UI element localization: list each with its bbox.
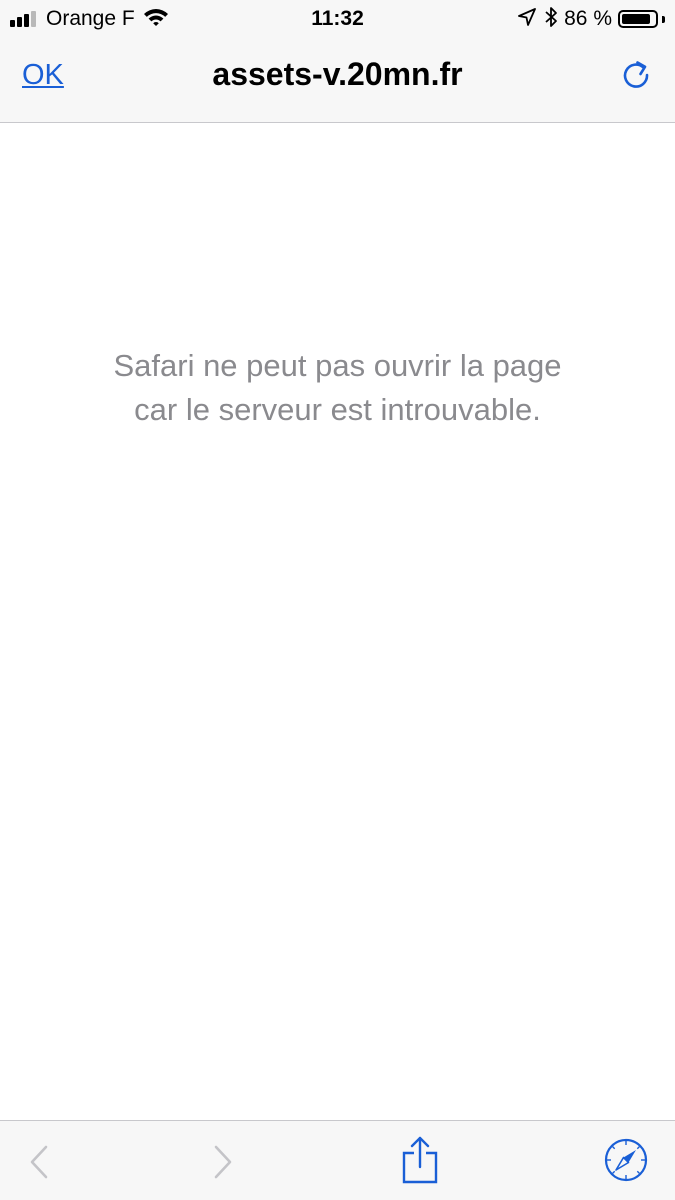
status-right: 86 % <box>518 5 665 33</box>
battery-icon <box>618 10 658 28</box>
chevron-left-icon <box>30 1145 48 1179</box>
web-content: Safari ne peut pas ouvrir la page car le… <box>0 123 675 1120</box>
battery-tip <box>662 15 665 23</box>
page-title: assets-v.20mn.fr <box>212 56 463 92</box>
open-in-safari-button[interactable] <box>601 1135 651 1185</box>
reload-button[interactable] <box>617 56 655 94</box>
location-arrow-icon <box>518 7 537 31</box>
error-message-line: car le serveur est introuvable. <box>134 392 541 427</box>
back-button[interactable] <box>14 1135 64 1185</box>
chevron-right-icon <box>214 1145 232 1179</box>
share-icon <box>402 1136 438 1184</box>
reload-icon <box>623 61 649 88</box>
battery-fill <box>622 14 650 24</box>
bottom-toolbar <box>0 1120 675 1200</box>
bluetooth-icon <box>544 6 558 33</box>
error-message-line: Safari ne peut pas ouvrir la page <box>113 348 562 383</box>
battery-percentage: 86 % <box>564 7 612 30</box>
status-bar: Orange F 11:32 86 % <box>0 0 675 38</box>
compass-icon <box>604 1138 648 1182</box>
navigation-bar: OK assets-v.20mn.fr <box>0 38 675 123</box>
share-button[interactable] <box>395 1135 445 1185</box>
forward-button[interactable] <box>198 1135 248 1185</box>
error-message: Safari ne peut pas ouvrir la page car le… <box>60 344 615 432</box>
safari-view: Orange F 11:32 86 % OK assets-v.20mn.fr … <box>0 0 675 1200</box>
